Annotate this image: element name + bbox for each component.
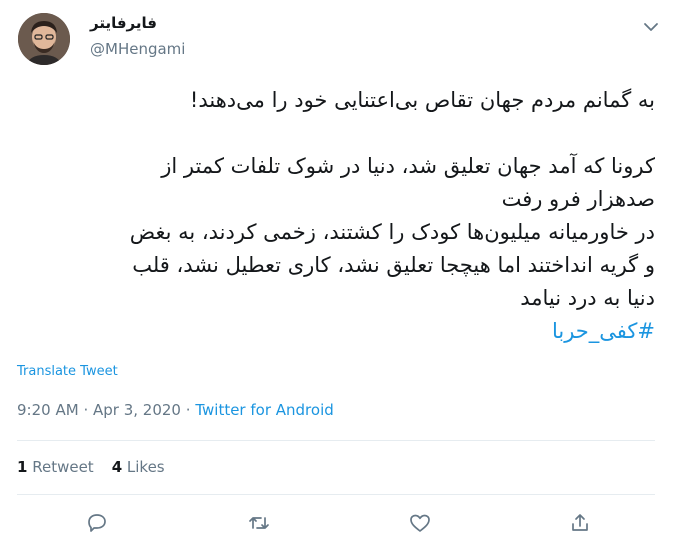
tweet-line: به گمانم مردم جهان تقاص بی‌اعتنایی خود ر… xyxy=(189,88,655,112)
tweet-line: و گریه انداختند اما هیچجا تعلیق نشد، کار… xyxy=(132,253,655,277)
share-icon[interactable] xyxy=(568,511,592,535)
tweet-line xyxy=(14,117,655,150)
tweet-time[interactable]: 9:20 AM xyxy=(17,401,79,419)
meta-separator: · xyxy=(83,401,89,419)
divider xyxy=(17,440,655,441)
avatar[interactable] xyxy=(18,13,70,65)
likes-label: Likes xyxy=(126,458,165,476)
hashtag-link[interactable]: #کفی_حربا xyxy=(14,315,655,348)
tweet-line: کرونا که آمد جهان تعلیق شد، دنیا در شوک … xyxy=(161,154,655,178)
tweet-date[interactable]: Apr 3, 2020 xyxy=(93,401,181,419)
tweet-source-link[interactable]: Twitter for Android xyxy=(195,401,333,419)
display-name[interactable]: فایرفایتر xyxy=(90,14,157,32)
tweet-stats: 1 Retweet 4 Likes xyxy=(17,458,165,476)
divider xyxy=(17,494,655,495)
tweet-line: در خاورمیانه میلیون‌ها کودک را کشتند، زخ… xyxy=(129,220,655,244)
heart-icon[interactable] xyxy=(408,511,432,535)
retweets-count: 1 xyxy=(17,458,28,476)
retweets-label: Retweet xyxy=(32,458,94,476)
tweet-line: دنیا به درد نیامد xyxy=(520,286,655,310)
chevron-down-icon[interactable] xyxy=(643,18,659,31)
translate-tweet-link[interactable]: Translate Tweet xyxy=(17,364,118,379)
tweet-line: صدهزار فرو رفت xyxy=(501,187,655,211)
user-handle[interactable]: @MHengami xyxy=(90,40,185,58)
retweets-stat[interactable]: 1 Retweet xyxy=(17,458,94,476)
retweet-icon[interactable] xyxy=(247,511,271,535)
tweet-text: به گمانم مردم جهان تقاص بی‌اعتنایی خود ر… xyxy=(14,84,655,348)
likes-count: 4 xyxy=(111,458,123,476)
reply-icon[interactable] xyxy=(85,511,109,535)
meta-separator: · xyxy=(185,401,191,419)
tweet-meta: 9:20 AM · Apr 3, 2020 · Twitter for Andr… xyxy=(17,401,334,419)
likes-stat[interactable]: 4 Likes xyxy=(112,458,165,476)
